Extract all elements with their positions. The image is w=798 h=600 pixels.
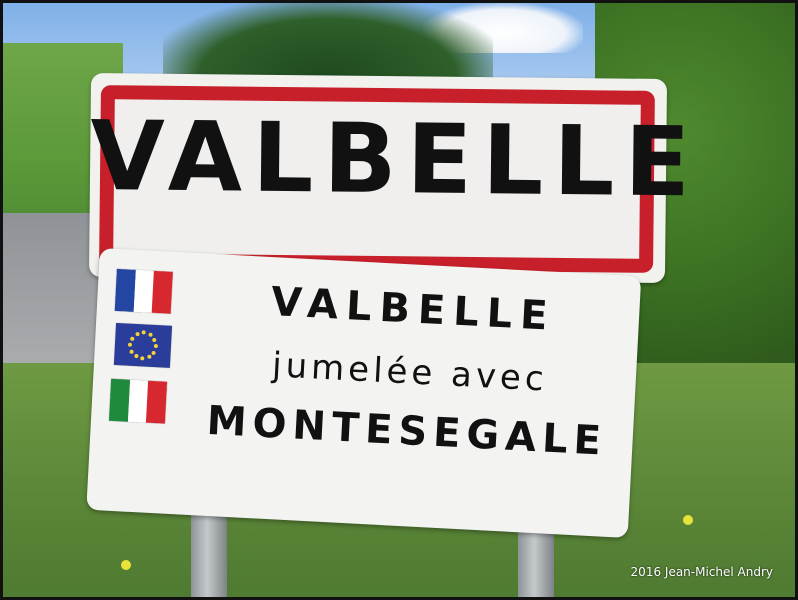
italy-flag — [108, 378, 168, 424]
twinning-partner: MONTESEGALE — [205, 397, 609, 465]
flower — [121, 560, 131, 570]
eu-star — [133, 354, 138, 359]
eu-star — [146, 354, 151, 360]
twinning-town: VALBELLE — [269, 279, 557, 340]
eu-star — [129, 349, 134, 354]
eu-star — [153, 343, 159, 349]
eu-star — [134, 331, 140, 336]
town-name: VALBELLE — [89, 99, 701, 219]
eu-star — [127, 342, 133, 347]
eu-flag — [113, 322, 173, 368]
eu-star — [140, 356, 145, 361]
photo-credit: 2016 Jean-Michel Andry — [630, 565, 773, 579]
eu-star — [147, 332, 153, 337]
eu-star — [141, 330, 146, 335]
twinning-phrase: jumelée avec — [271, 345, 549, 400]
twinning-sign: VALBELLE jumelée avec MONTESEGALE — [86, 248, 642, 539]
eu-star — [152, 337, 157, 342]
eu-star — [129, 336, 135, 341]
eu-star — [151, 350, 156, 355]
france-flag — [114, 268, 173, 314]
flower — [683, 515, 693, 525]
photo-frame: VALBELLE VALBELLE jumelée avec MONTESEGA… — [0, 0, 798, 600]
